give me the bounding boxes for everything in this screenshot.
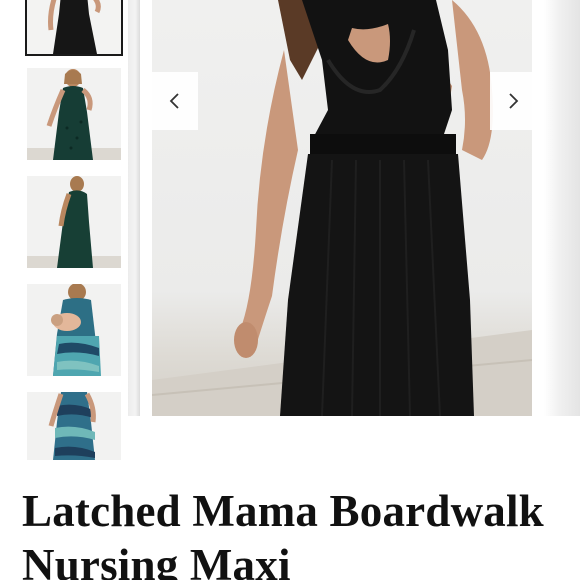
product-title: Latched Mama Boardwalk Nursing Maxi bbox=[22, 486, 544, 580]
thumbnail-3-image bbox=[27, 176, 121, 268]
thumbnail-4[interactable] bbox=[27, 284, 121, 376]
model-wearing-dress bbox=[152, 0, 532, 416]
next-image-button[interactable] bbox=[490, 72, 536, 130]
thumbnail-4-image bbox=[27, 284, 121, 376]
next-image-peek bbox=[544, 0, 580, 416]
chevron-right-icon bbox=[509, 93, 519, 109]
thumbnail-1[interactable] bbox=[25, 0, 123, 56]
main-image-stage bbox=[128, 0, 580, 416]
chevron-left-icon bbox=[169, 93, 179, 109]
thumbnail-5[interactable] bbox=[27, 392, 121, 460]
thumbnail-2[interactable] bbox=[27, 68, 121, 160]
thumbnail-2-image bbox=[27, 68, 121, 160]
thumbnail-3[interactable] bbox=[27, 176, 121, 268]
thumbnail-list bbox=[0, 0, 140, 460]
previous-image-button[interactable] bbox=[152, 72, 198, 130]
main-product-image bbox=[152, 0, 532, 416]
thumbnail-5-image bbox=[27, 392, 121, 460]
previous-image-peek bbox=[128, 0, 140, 416]
thumbnail-1-image bbox=[27, 0, 121, 54]
